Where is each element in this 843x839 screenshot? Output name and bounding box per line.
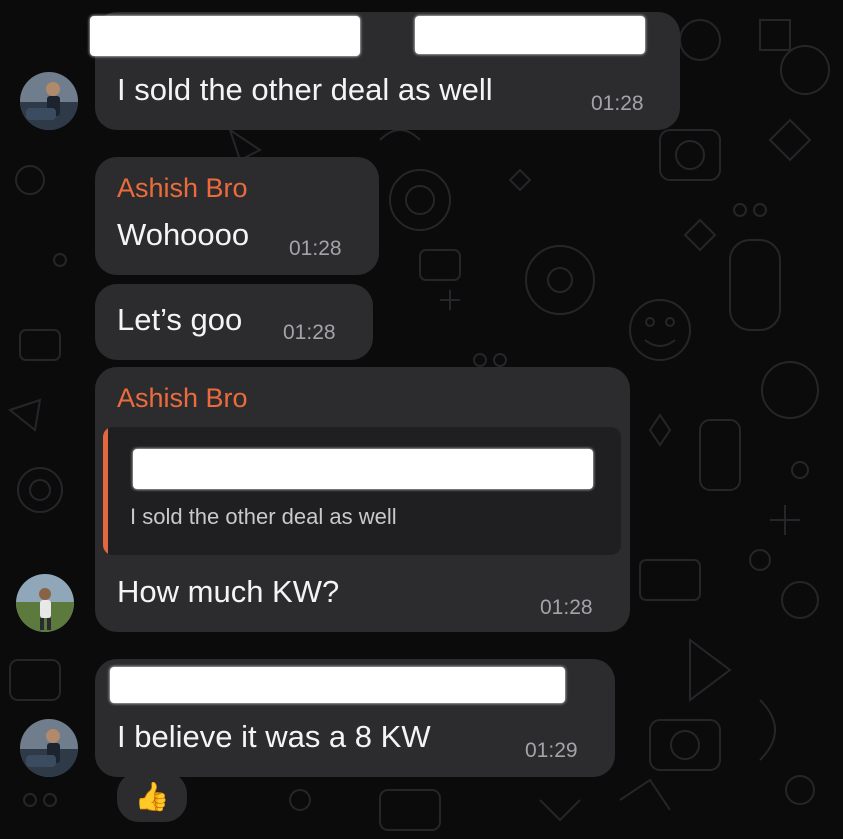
message-bubble-incoming[interactable]: Let’s goo 01:28	[95, 284, 373, 360]
message-bubble-incoming[interactable]: I sold the other deal as well 01:28	[90, 12, 680, 130]
sender-name[interactable]: Ashish Bro	[117, 173, 248, 204]
message-text: How much KW?	[117, 574, 340, 609]
thumbs-up-icon: 👍	[134, 781, 170, 812]
avatar[interactable]	[16, 574, 74, 632]
avatar-photo	[20, 72, 78, 130]
avatar-photo	[16, 574, 74, 632]
quoted-text: I sold the other deal as well	[130, 504, 397, 529]
message-timestamp: 01:28	[540, 596, 593, 619]
message-bubble-incoming[interactable]: I believe it was a 8 KW 01:29	[95, 659, 615, 777]
redacted-sender-name	[90, 16, 360, 56]
message-text: Wohoooo	[117, 217, 250, 252]
reaction-badge[interactable]: 👍	[117, 772, 187, 822]
avatar-photo	[20, 719, 78, 777]
redacted-forwarded-info	[415, 16, 645, 54]
message-text: Let’s goo	[117, 302, 243, 337]
quote-accent-bar	[103, 427, 108, 555]
avatar[interactable]	[20, 72, 78, 130]
message-timestamp: 01:28	[591, 92, 644, 115]
quoted-message[interactable]: I sold the other deal as well	[103, 427, 621, 555]
redacted-sender-name	[110, 667, 565, 703]
message-timestamp: 01:28	[283, 321, 336, 344]
message-text: I believe it was a 8 KW	[117, 719, 431, 754]
message-bubble-reply[interactable]: Ashish Bro I sold the other deal as well…	[95, 367, 630, 632]
sender-name[interactable]: Ashish Bro	[117, 383, 248, 414]
avatar[interactable]	[20, 719, 78, 777]
message-bubble-incoming[interactable]: Ashish Bro Wohoooo 01:28	[95, 157, 379, 275]
message-timestamp: 01:29	[525, 739, 578, 762]
message-text: I sold the other deal as well	[117, 72, 493, 107]
redacted-quoted-sender	[133, 449, 593, 489]
message-timestamp: 01:28	[289, 237, 342, 260]
